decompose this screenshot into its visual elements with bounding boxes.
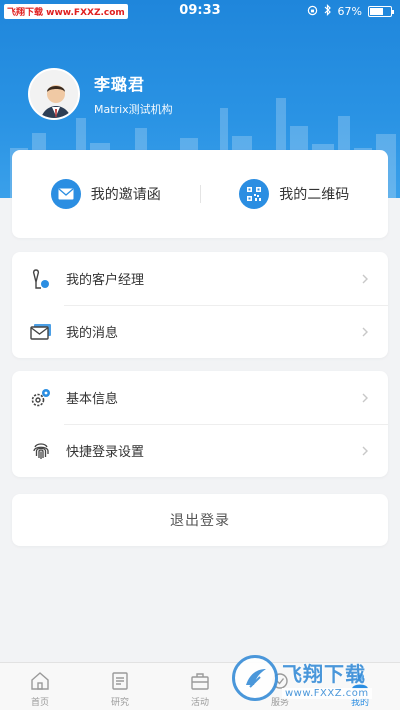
tab-research[interactable]: 研究 [80,663,160,710]
fingerprint-icon [30,440,52,462]
watermark-logo: 飞翔下载 www.FXXZ.com [232,648,396,708]
menu-label-basic-info: 基本信息 [66,392,119,407]
menu-label-account-manager: 我的客户经理 [66,273,145,288]
research-icon [112,672,128,690]
avatar[interactable] [28,68,80,120]
menu-group-settings: 基本信息 快捷登录设置 [12,371,388,477]
envelope-icon [50,179,81,209]
my-qrcode-label: 我的二维码 [279,187,350,203]
my-invitation-label: 我的邀请函 [90,187,161,203]
my-invitation-button[interactable]: 我的邀请函 [12,179,200,209]
menu-group-account: 我的客户经理 我的消息 [12,252,388,358]
watermark-logo-icon [232,655,278,701]
chevron-right-icon [362,393,368,402]
activity-icon [191,673,209,690]
menu-label-messages: 我的消息 [66,326,119,341]
tab-activity[interactable]: 活动 [160,663,240,710]
tab-label-home: 首页 [30,698,49,708]
chevron-right-icon [362,274,368,283]
menu-item-basic-info[interactable]: 基本信息 [12,371,388,424]
watermark-title: 飞翔下载 [282,661,366,686]
messages-icon [30,321,52,343]
home-icon [31,672,49,690]
tab-label-research: 研究 [110,698,129,708]
invite-qr-card: 我的邀请函 我的二维码 [12,150,388,238]
status-bar: 飞翔下载 www.FXXZ.com 09:33 67% [0,0,400,22]
menu-item-messages[interactable]: 我的消息 [12,305,388,358]
user-organization: Matrix测试机构 [94,103,173,116]
battery-fill [370,8,383,15]
tab-label-activity: 活动 [190,698,209,708]
my-qrcode-button[interactable]: 我的二维码 [201,179,389,209]
user-name: 李璐君 [94,75,146,94]
profile-summary[interactable]: 李璐君 Matrix测试机构 [28,68,173,120]
chevron-right-icon [362,327,368,336]
menu-item-account-manager[interactable]: 我的客户经理 [12,252,388,305]
menu-label-quick-login: 快捷登录设置 [66,445,145,460]
battery-percent: 67% [337,5,362,18]
logout-button[interactable]: 退出登录 [12,494,388,546]
chevron-right-icon [362,446,368,455]
orientation-lock-icon [307,5,318,19]
watermark-url: www.FXXZ.com [282,687,372,699]
qrcode-icon [239,179,270,209]
menu-item-quick-login[interactable]: 快捷登录设置 [12,424,388,477]
settings-gear-icon [30,387,52,409]
bluetooth-icon [324,4,332,19]
account-manager-icon [30,268,52,290]
status-right-group: 67% [307,4,394,19]
logout-label: 退出登录 [170,513,230,529]
battery-icon [368,6,394,17]
tab-home[interactable]: 首页 [0,663,80,710]
